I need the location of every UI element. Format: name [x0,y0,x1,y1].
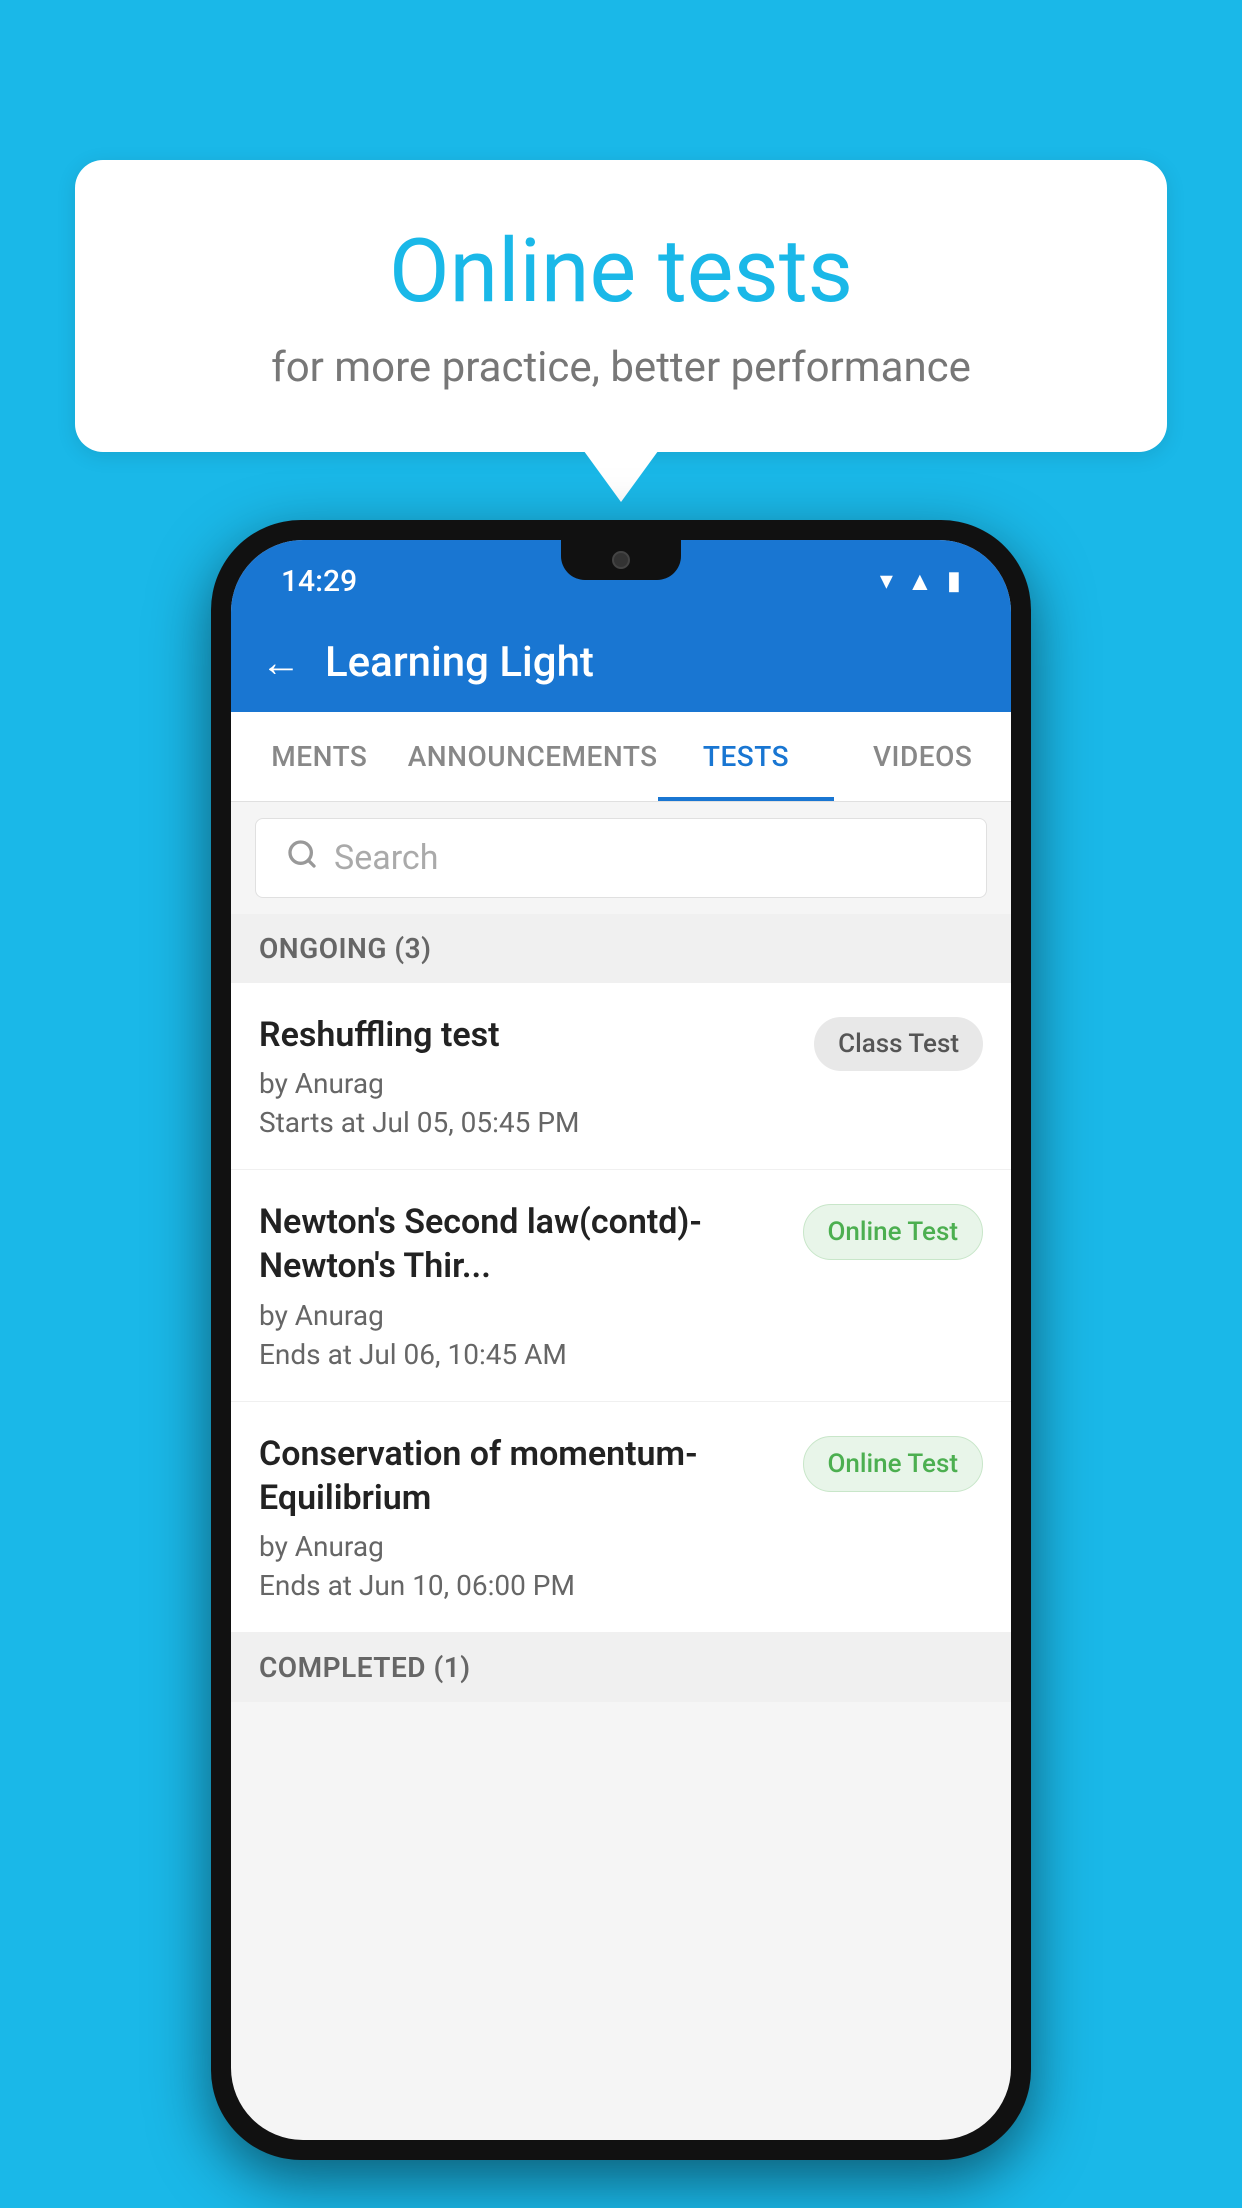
test-title: Newton's Second law(contd)-Newton's Thir… [259,1200,787,1288]
test-title: Conservation of momentum-Equilibrium [259,1432,787,1520]
test-info: Reshuffling test by Anurag Starts at Jul… [259,1013,798,1139]
test-author: by Anurag [259,1299,787,1332]
signal-icon: ▲ [907,566,933,597]
test-badge-online: Online Test [803,1436,984,1492]
test-date: Starts at Jul 05, 05:45 PM [259,1106,798,1139]
camera [612,551,630,569]
tab-announcements[interactable]: ANNOUNCEMENTS [408,712,658,801]
test-author: by Anurag [259,1067,798,1100]
back-button[interactable]: ← [261,639,301,686]
test-item-conservation[interactable]: Conservation of momentum-Equilibrium by … [231,1402,1011,1633]
search-container: Search [231,802,1011,914]
tabs-bar: MENTS ANNOUNCEMENTS TESTS VIDEOS [231,712,1011,802]
search-bar[interactable]: Search [255,818,987,898]
tab-ments[interactable]: MENTS [231,712,408,801]
test-info: Newton's Second law(contd)-Newton's Thir… [259,1200,787,1370]
content-area: Search ONGOING (3) Reshuffling test by A… [231,802,1011,2140]
test-title: Reshuffling test [259,1013,798,1057]
test-item-reshuffling[interactable]: Reshuffling test by Anurag Starts at Jul… [231,983,1011,1170]
app-bar: ← Learning Light [231,612,1011,712]
search-placeholder: Search [334,838,438,878]
phone-frame: 14:29 ▾ ▲ ▮ ← Learning Light MENTS ANNOU… [211,520,1031,2160]
test-date: Ends at Jun 10, 06:00 PM [259,1569,787,1602]
status-icons: ▾ ▲ ▮ [880,566,961,597]
test-date: Ends at Jul 06, 10:45 AM [259,1338,787,1371]
test-info: Conservation of momentum-Equilibrium by … [259,1432,787,1602]
test-badge-online: Online Test [803,1204,984,1260]
test-item-newtons[interactable]: Newton's Second law(contd)-Newton's Thir… [231,1170,1011,1401]
ongoing-header: ONGOING (3) [231,914,1011,983]
phone-notch [561,540,681,580]
phone-screen: 14:29 ▾ ▲ ▮ ← Learning Light MENTS ANNOU… [231,540,1011,2140]
completed-header: COMPLETED (1) [231,1633,1011,1702]
wifi-icon: ▾ [880,566,893,596]
test-badge-class: Class Test [814,1017,983,1071]
status-time: 14:29 [281,564,357,599]
phone-mockup: 14:29 ▾ ▲ ▮ ← Learning Light MENTS ANNOU… [211,520,1031,2160]
test-list-ongoing: Reshuffling test by Anurag Starts at Jul… [231,983,1011,1633]
test-author: by Anurag [259,1530,787,1563]
search-icon [286,837,318,879]
bubble-title: Online tests [155,220,1087,323]
bubble-subtitle: for more practice, better performance [155,343,1087,392]
speech-bubble: Online tests for more practice, better p… [75,160,1167,452]
app-bar-title: Learning Light [325,638,594,687]
tab-tests[interactable]: TESTS [658,712,835,801]
battery-icon: ▮ [947,566,961,596]
promo-section: Online tests for more practice, better p… [75,160,1167,452]
tab-videos[interactable]: VIDEOS [834,712,1011,801]
